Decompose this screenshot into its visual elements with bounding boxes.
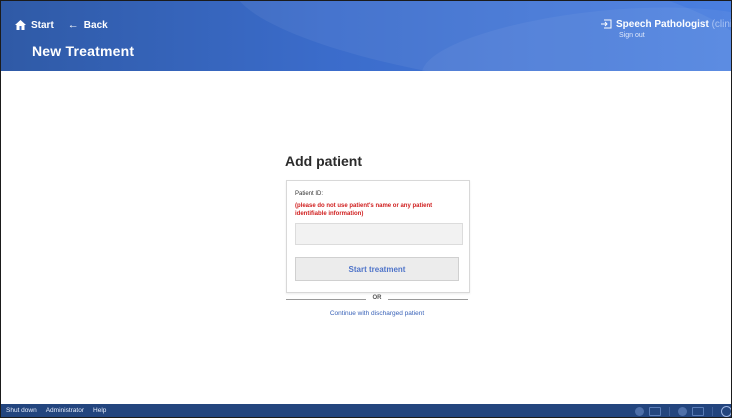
user-info: Speech Pathologist (clinician Sign out	[601, 19, 731, 39]
add-patient-card: Patient ID: (please do not use patient's…	[286, 180, 470, 293]
device-icon	[692, 407, 704, 416]
patient-id-input[interactable]	[295, 223, 463, 245]
back-nav-button[interactable]: ← Back	[68, 19, 108, 31]
back-arrow-icon: ←	[67, 19, 79, 31]
help-link[interactable]: Help	[93, 407, 106, 414]
privacy-warning: (please do not use patient's name or any…	[295, 203, 433, 217]
start-nav-button[interactable]: Start	[15, 20, 54, 31]
footer-bar: Shut down Administrator Help	[1, 404, 731, 417]
user-name: Speech Pathologist	[616, 19, 709, 30]
patient-id-label: Patient ID:	[295, 191, 324, 197]
add-patient-heading: Add patient	[285, 153, 362, 169]
sign-in-icon	[601, 19, 612, 29]
nav-bar: Start ← Back	[15, 19, 108, 31]
divider-line	[388, 299, 468, 300]
page-title: New Treatment	[32, 43, 135, 59]
home-icon	[15, 20, 26, 30]
or-label: OR	[372, 295, 382, 301]
or-divider: OR	[286, 295, 468, 305]
user-role: (clinician	[711, 19, 731, 30]
separator	[712, 407, 713, 416]
start-nav-label: Start	[31, 19, 54, 31]
status-dot-icon	[678, 407, 687, 416]
back-nav-label: Back	[83, 19, 108, 31]
shut-down-link[interactable]: Shut down	[6, 407, 37, 414]
settings-icon[interactable]	[721, 406, 731, 417]
app-window: Start ← Back New Treatment Speech Pathol…	[0, 0, 732, 418]
discharged-patient-link[interactable]: Continue with discharged patient	[286, 310, 468, 317]
header-bar: Start ← Back New Treatment Speech Pathol…	[1, 1, 731, 71]
status-indicators	[635, 406, 731, 417]
administrator-link[interactable]: Administrator	[46, 407, 84, 414]
status-dot-icon	[635, 407, 644, 416]
sign-out-link[interactable]: Sign out	[619, 32, 645, 39]
separator	[669, 407, 670, 416]
device-icon	[649, 407, 661, 416]
start-treatment-button[interactable]: Start treatment	[295, 257, 459, 281]
divider-line	[286, 299, 366, 300]
